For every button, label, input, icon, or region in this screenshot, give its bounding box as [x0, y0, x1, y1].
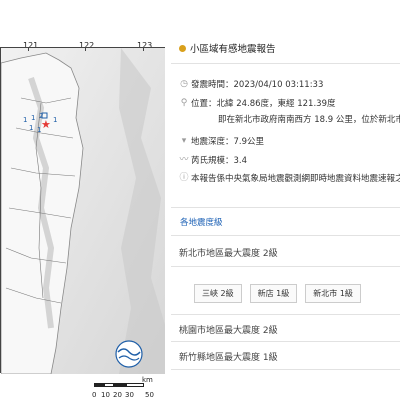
relief-map-svg: 1 1 2 1 1 1 ★ [0, 48, 165, 375]
magnitude-icon: 〰 [179, 154, 189, 165]
intensity-marker: 1 [23, 116, 27, 124]
info-row-magnitude: 〰 芮氏規模：3.4 [171, 154, 400, 173]
scale-label: 0 [92, 391, 97, 399]
info-row-note: ⓘ 本報告係中央氣象局地震觀測網即時地震資料地震速報之結果。 [171, 172, 400, 191]
title-dot-icon [179, 45, 186, 52]
location: 位置：北緯 24.86度，東經 121.39度 [191, 98, 336, 109]
divider [171, 235, 400, 236]
divider [171, 266, 400, 267]
info-row-depth: ▾ 地震深度：7.9公里 [171, 135, 400, 154]
magnitude: 芮氏規模：3.4 [191, 155, 248, 166]
scale-label: 50 [145, 391, 154, 399]
report-title-row: 小區域有感地震報告 [179, 41, 276, 55]
lon-tick-mark [143, 47, 144, 51]
section-title-hsinchu-county[interactable]: 新竹縣地區最大震度 1級 [179, 350, 278, 363]
section-title-new-taipei[interactable]: 新北市地區最大震度 2級 [179, 246, 278, 259]
location-pin-icon: ⚲ [180, 97, 188, 108]
station-tag-xindian[interactable]: 新店 1級 [249, 284, 298, 303]
map-frame: 1 1 2 1 1 1 ★ [0, 47, 165, 375]
info-row-time: ◷ 發震時間：2023/04/10 03:11:33 [171, 78, 400, 97]
report-panel: 小區域有感地震報告 ◷ 發震時間：2023/04/10 03:11:33 ⚲ 位… [171, 0, 400, 400]
earthquake-map: 121 122 123 1 1 2 1 1 1 ★ km 0 10 20 30 … [0, 0, 165, 400]
clock-icon: ◷ [180, 79, 188, 89]
divider [171, 314, 400, 315]
report-note: 本報告係中央氣象局地震觀測網即時地震資料地震速報之結果。 [191, 174, 400, 184]
divider [171, 369, 400, 370]
station-tag-sanxia[interactable]: 三峽 2級 [194, 284, 242, 303]
divider [171, 341, 400, 342]
depth-icon: ▾ [181, 136, 187, 146]
position-detail: 即在新北市政府南南西方 18.9 公里，位於新北市三峽區 [218, 115, 400, 125]
cwb-logo-icon [115, 340, 143, 368]
intensity-marker: 1 [31, 114, 35, 122]
intensity-marker: 1 [29, 124, 33, 132]
divider [171, 207, 400, 208]
intensity-marker: 1 [53, 116, 57, 124]
depth: 地震深度：7.9公里 [191, 137, 265, 147]
info-icon: ⓘ [179, 173, 189, 183]
section-title-taoyuan[interactable]: 桃園市地區最大震度 2級 [179, 323, 278, 336]
station-tags: 三峽 2級 新店 1級 新北市 1級 [194, 284, 361, 303]
info-list: ◷ 發震時間：2023/04/10 03:11:33 ⚲ 位置：北緯 24.86… [171, 78, 400, 191]
epicenter-star-icon: ★ [41, 118, 51, 131]
divider [171, 63, 400, 64]
intensity-levels-link[interactable]: 各地震度級 [180, 216, 223, 228]
origin-time: 發震時間：2023/04/10 03:11:33 [191, 80, 324, 90]
report-title: 小區域有感地震報告 [190, 44, 276, 55]
scale-label: 20 [113, 391, 122, 399]
lon-tick-mark [85, 47, 86, 51]
station-tag-new-taipei[interactable]: 新北市 1級 [305, 284, 361, 303]
scale-label: 30 [125, 391, 134, 399]
lon-tick-mark [28, 47, 29, 51]
scale-label: 10 [101, 391, 110, 399]
